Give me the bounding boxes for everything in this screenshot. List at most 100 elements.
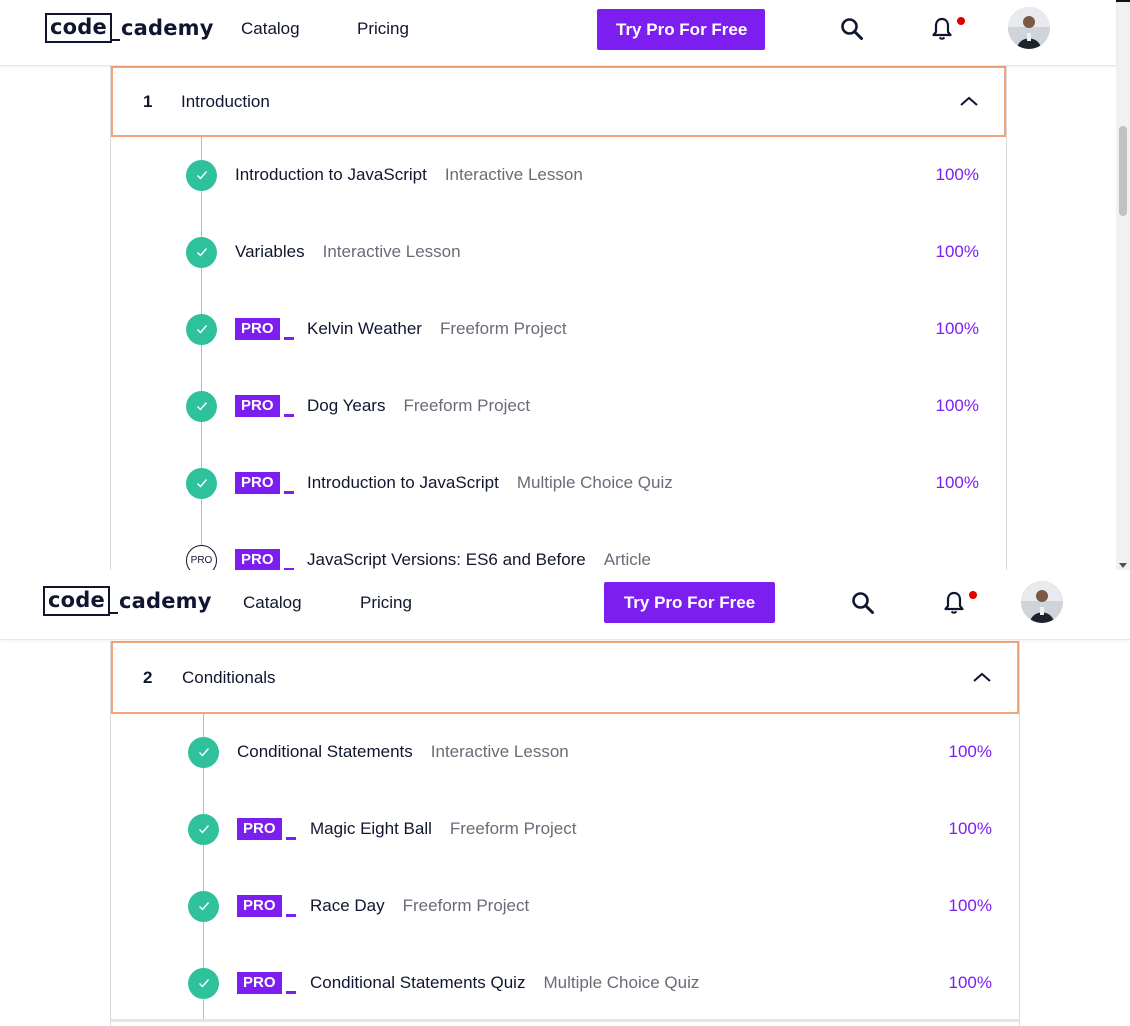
top-navbar: code cademy Catalog Pricing Try Pro For F… [0, 572, 1130, 640]
bell-icon[interactable] [929, 16, 955, 42]
pro-badge: PRO [237, 818, 296, 840]
check-icon [186, 467, 217, 499]
item-type: Interactive Lesson [322, 242, 461, 261]
pro-badge-label: PRO [235, 318, 280, 340]
item-progress: 100% [948, 973, 992, 992]
pro-lock-icon: PRO [186, 544, 217, 570]
item-type: Multiple Choice Quiz [516, 473, 673, 492]
pro-badge: PRO [237, 895, 296, 917]
chevron-up-icon[interactable] [960, 96, 978, 106]
timeline-line [201, 137, 202, 570]
pro-badge-underscore [285, 837, 296, 840]
module-header[interactable]: 1 Introduction [111, 66, 1006, 137]
logo-code-box: code [45, 13, 112, 43]
list-item[interactable]: PRO Race Day Freeform Project 100% [111, 886, 1019, 926]
pro-badge-underscore [285, 991, 296, 994]
nav-catalog-link[interactable]: Catalog [241, 19, 300, 39]
module-conditionals: 2 Conditionals Conditional Statements Int… [110, 641, 1020, 1026]
chevron-up-icon[interactable] [973, 672, 991, 682]
check-icon [188, 736, 219, 768]
check-icon [188, 890, 219, 922]
list-item[interactable]: Conditional Statements Interactive Lesson… [111, 732, 1019, 772]
search-icon[interactable] [850, 590, 876, 616]
scrollbar[interactable] [1116, 0, 1130, 570]
item-type: Interactive Lesson [444, 165, 583, 184]
screenshot-panel-bottom: code cademy Catalog Pricing Try Pro For F… [0, 572, 1130, 1026]
logo-underscore [111, 39, 120, 41]
module-introduction: 1 Introduction Introduction to JavaScrip… [110, 66, 1007, 570]
try-pro-button[interactable]: Try Pro For Free [597, 9, 765, 50]
pro-badge-label: PRO [235, 549, 280, 570]
pro-badge-underscore [285, 914, 296, 917]
pro-badge: PRO [235, 472, 294, 494]
item-type: Freeform Project [403, 396, 531, 415]
pro-badge: PRO [235, 395, 294, 417]
check-icon [188, 813, 219, 845]
list-item[interactable]: PRO Dog Years Freeform Project 100% [111, 386, 1006, 426]
logo-cademy: cademy [120, 16, 214, 40]
module-number: 2 [143, 667, 153, 687]
item-title[interactable]: Introduction to JavaScript [235, 165, 427, 184]
try-pro-button[interactable]: Try Pro For Free [604, 582, 775, 623]
scrollbar-thumb[interactable] [1119, 126, 1127, 216]
item-progress: 100% [935, 473, 979, 492]
screenshot-panel-top: code cademy Catalog Pricing Try Pro For F… [0, 0, 1130, 570]
item-progress: 100% [935, 396, 979, 415]
scroll-down-arrow-icon[interactable] [1119, 563, 1127, 568]
list-item[interactable]: PRO Introduction to JavaScript Multiple C… [111, 463, 1006, 503]
bell-icon[interactable] [941, 590, 967, 616]
avatar[interactable] [1021, 581, 1063, 623]
item-type: Freeform Project [439, 319, 567, 338]
module-divider [111, 1019, 1019, 1022]
list-item[interactable]: PRO Conditional Statements Quiz Multiple … [111, 963, 1019, 1003]
item-type: Multiple Choice Quiz [543, 973, 700, 992]
nav-catalog-link[interactable]: Catalog [243, 593, 302, 613]
codecademy-logo[interactable]: code cademy [43, 586, 212, 616]
logo-cademy: cademy [118, 589, 212, 613]
item-title[interactable]: Conditional Statements Quiz [310, 973, 525, 992]
check-icon [186, 159, 217, 191]
pro-badge-underscore [283, 414, 294, 417]
logo-code-box: code [43, 586, 110, 616]
notification-dot [957, 17, 965, 25]
avatar[interactable] [1008, 7, 1050, 49]
item-title[interactable]: Variables [235, 242, 305, 261]
logo-underscore [109, 612, 118, 614]
pro-badge: PRO [235, 549, 294, 570]
module-header[interactable]: 2 Conditionals [111, 641, 1019, 714]
item-progress: 100% [935, 165, 979, 184]
nav-pricing-link[interactable]: Pricing [360, 593, 412, 613]
pro-badge-label: PRO [235, 395, 280, 417]
item-title[interactable]: Dog Years [307, 396, 385, 415]
list-item[interactable]: PRO Magic Eight Ball Freeform Project 100… [111, 809, 1019, 849]
check-icon [186, 390, 217, 422]
check-icon [188, 967, 219, 999]
pro-badge: PRO [235, 318, 294, 340]
item-title[interactable]: Kelvin Weather [307, 319, 422, 338]
codecademy-logo[interactable]: code cademy [45, 13, 214, 43]
nav-pricing-link[interactable]: Pricing [357, 19, 409, 39]
list-item[interactable]: Introduction to JavaScript Interactive Le… [111, 155, 1006, 195]
search-icon[interactable] [839, 16, 865, 42]
module-title: Conditionals [182, 667, 276, 687]
item-title[interactable]: JavaScript Versions: ES6 and Before [307, 550, 586, 569]
item-progress: 100% [948, 896, 992, 915]
pro-badge-underscore [283, 568, 294, 570]
item-progress: 100% [948, 819, 992, 838]
item-title[interactable]: Conditional Statements [237, 742, 413, 761]
check-icon [186, 313, 217, 345]
item-title[interactable]: Magic Eight Ball [310, 819, 432, 838]
item-type: Article [603, 550, 651, 569]
pro-badge-label: PRO [237, 972, 282, 994]
item-type: Interactive Lesson [430, 742, 569, 761]
item-progress: 100% [935, 319, 979, 338]
pro-badge-underscore [283, 337, 294, 340]
item-title[interactable]: Race Day [310, 896, 385, 915]
item-progress: 100% [948, 742, 992, 761]
item-title[interactable]: Introduction to JavaScript [307, 473, 499, 492]
list-item[interactable]: PRO Kelvin Weather Freeform Project 100% [111, 309, 1006, 349]
pro-badge-label: PRO [237, 895, 282, 917]
list-item[interactable]: Variables Interactive Lesson 100% [111, 232, 1006, 272]
list-item[interactable]: PRO PRO JavaScript Versions: ES6 and Bef… [111, 540, 1006, 570]
pro-badge: PRO [237, 972, 296, 994]
